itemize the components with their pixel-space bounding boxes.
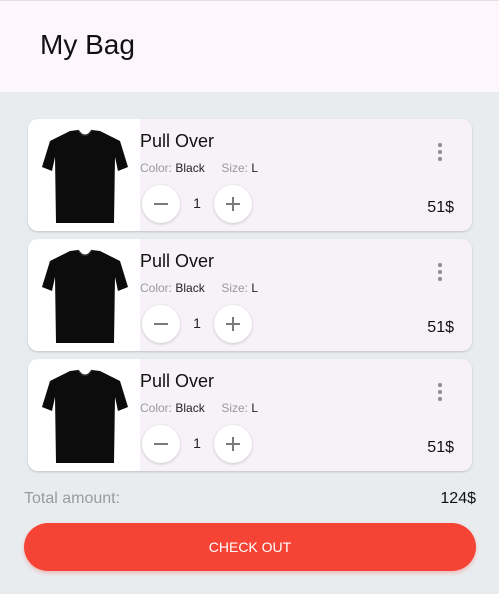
color-label: Color:	[140, 401, 173, 415]
size-value: L	[251, 401, 259, 415]
cart-item-card[interactable]: Pull Over Color: Black Size: L 1 51$	[28, 119, 472, 231]
minus-icon	[154, 443, 168, 445]
total-amount-label: Total amount:	[24, 490, 121, 507]
color-value: Black	[175, 161, 205, 175]
color-value: Black	[175, 401, 205, 415]
page-title: My Bag	[40, 29, 135, 60]
more-options-icon[interactable]	[432, 263, 448, 281]
item-price: 51$	[427, 319, 454, 336]
size-value: L	[251, 161, 259, 175]
cart-item-card[interactable]: Pull Over Color: Black Size: L 1 51$	[28, 359, 472, 471]
quantity-value: 1	[193, 315, 201, 331]
item-price: 51$	[427, 439, 454, 456]
increase-quantity-button[interactable]	[214, 425, 252, 463]
size-label: Size:	[221, 281, 249, 295]
size-label: Size:	[221, 161, 249, 175]
checkout-button[interactable]: CHECK OUT	[24, 523, 476, 571]
quantity-value: 1	[193, 435, 201, 451]
product-name: Pull Over	[140, 251, 215, 271]
color-label: Color:	[140, 161, 173, 175]
increase-quantity-button[interactable]	[214, 185, 252, 223]
product-image[interactable]	[28, 239, 140, 351]
minus-icon	[154, 203, 168, 205]
decrease-quantity-button[interactable]	[142, 425, 180, 463]
quantity-value: 1	[193, 195, 201, 211]
product-name: Pull Over	[140, 131, 215, 151]
more-options-icon[interactable]	[432, 143, 448, 161]
product-name: Pull Over	[140, 371, 215, 391]
app-header: My Bag	[0, 0, 499, 92]
size-value: L	[251, 281, 259, 295]
decrease-quantity-button[interactable]	[142, 185, 180, 223]
size-label: Size:	[221, 401, 249, 415]
product-attributes: Color: Black Size: L	[140, 281, 258, 295]
cart-item-card[interactable]: Pull Over Color: Black Size: L 1 51$	[28, 239, 472, 351]
more-options-icon[interactable]	[432, 383, 448, 401]
color-value: Black	[175, 281, 205, 295]
decrease-quantity-button[interactable]	[142, 305, 180, 343]
product-image[interactable]	[28, 359, 140, 471]
increase-quantity-button[interactable]	[214, 305, 252, 343]
product-attributes: Color: Black Size: L	[140, 401, 258, 415]
total-amount-value: 124$	[440, 490, 476, 507]
color-label: Color:	[140, 281, 173, 295]
minus-icon	[154, 323, 168, 325]
product-image[interactable]	[28, 119, 140, 231]
item-price: 51$	[427, 199, 454, 216]
product-attributes: Color: Black Size: L	[140, 161, 258, 175]
